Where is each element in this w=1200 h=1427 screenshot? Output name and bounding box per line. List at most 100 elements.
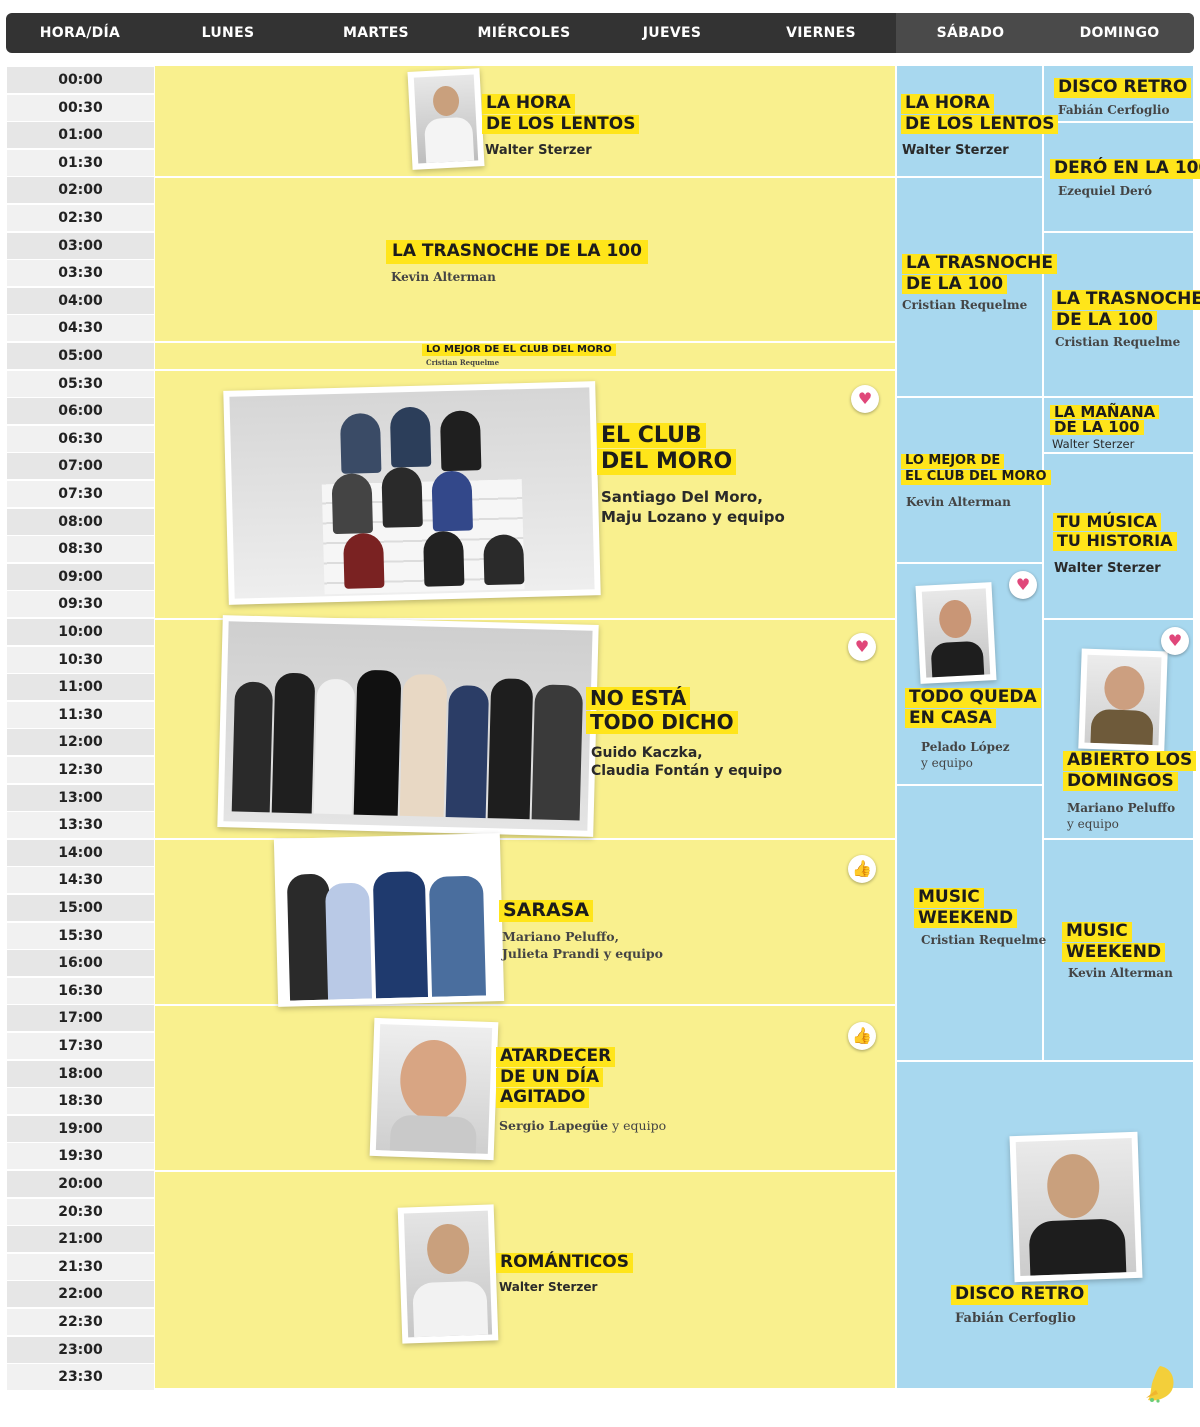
photo-placeholder [229, 387, 595, 599]
thumbs-up-icon[interactable]: 👍 [848, 1022, 876, 1050]
title-line: DERÓ EN LA 100 [1050, 158, 1200, 179]
program-title[interactable]: MUSIC WEEKEND [1062, 921, 1166, 963]
header-miercoles[interactable]: MIÉRCOLES [450, 13, 598, 53]
time-slot: 13:00 [7, 784, 154, 811]
time-slot: 00:30 [7, 94, 154, 121]
program-title[interactable]: LA HORA DE LOS LENTOS [901, 93, 1059, 135]
header-sabado[interactable]: SÁBADO [896, 13, 1045, 53]
time-slot: 23:30 [7, 1364, 154, 1391]
program-title[interactable]: MUSIC WEEKEND [914, 887, 1018, 929]
time-slot: 14:30 [7, 867, 154, 894]
title-line: TU HISTORIA [1053, 531, 1177, 551]
time-slot: 17:00 [7, 1005, 154, 1032]
photo-placeholder [223, 621, 593, 831]
host-line: y equipo [921, 756, 973, 771]
host-line: Guido Kaczka, [591, 745, 703, 761]
program-title[interactable]: LA TRASNOCHE DE LA 100 [386, 240, 648, 265]
host-photo [407, 68, 485, 170]
time-slot: 21:30 [7, 1253, 154, 1280]
photo-placeholder [413, 74, 479, 164]
title-line: LA HORA [482, 93, 575, 114]
program-title[interactable]: LO MEJOR DE EL CLUB DEL MORO [901, 453, 1051, 486]
program-host: Cristian Requelme [921, 933, 1047, 947]
brand-logo-icon [1146, 1366, 1174, 1403]
program-host: Kevin Alterman [906, 495, 1011, 509]
program-title[interactable]: DISCO RETRO [1054, 77, 1192, 99]
program-title[interactable]: DISCO RETRO [951, 1284, 1089, 1306]
header-martes[interactable]: MARTES [302, 13, 450, 53]
program-title[interactable]: LA MAÑANA DE LA 100 [1050, 404, 1160, 436]
program-title[interactable]: LO MEJOR DE EL CLUB DEL MORO [422, 344, 616, 357]
divider [897, 562, 1043, 564]
header-domingo[interactable]: DOMINGO [1045, 13, 1194, 53]
title-line: DE LA 100 [902, 274, 1008, 295]
header-jueves[interactable]: JUEVES [598, 13, 746, 53]
title-line: TU MÚSICA [1053, 512, 1161, 532]
header-lunes[interactable]: LUNES [154, 13, 302, 53]
title-line: DE LOS LENTOS [482, 114, 640, 135]
program-host: Cristian Requelme [1055, 335, 1181, 349]
schedule-header: HORA/DÍA LUNES MARTES MIÉRCOLES JUEVES V… [6, 13, 1194, 53]
time-slot: 18:00 [7, 1060, 154, 1087]
time-slot: 00:00 [7, 67, 154, 93]
thumbs-up-icon[interactable]: 👍 [848, 855, 876, 883]
time-slot: 04:30 [7, 315, 154, 342]
title-line: NO ESTÁ [586, 687, 691, 710]
time-slot: 11:00 [7, 674, 154, 701]
title-line: LA TRASNOCHE [902, 253, 1057, 274]
time-slot: 09:00 [7, 563, 154, 590]
program-title[interactable]: ROMÁNTICOS [496, 1252, 633, 1274]
host-line: Pelado López [921, 740, 1010, 754]
divider [155, 838, 895, 840]
divider [897, 176, 1043, 178]
program-title[interactable]: LA HORA DE LOS LENTOS [482, 93, 640, 135]
time-slot: 19:30 [7, 1143, 154, 1170]
title-line: SARASA [499, 899, 594, 922]
program-host: Pelado López y equipo [921, 739, 1010, 771]
program-title[interactable]: ABIERTO LOS DOMINGOS [1063, 750, 1197, 792]
host-photo [369, 1017, 499, 1161]
program-title[interactable]: ATARDECER DE UN DÍA AGITADO [496, 1046, 616, 1109]
title-line: DE LA 100 [1050, 420, 1144, 435]
host-photo [397, 1204, 499, 1344]
program-host: Sergio Lapegüe y equipo [499, 1118, 666, 1135]
program-title[interactable]: TODO QUEDA EN CASA [905, 687, 1041, 729]
photo-placeholder [279, 839, 499, 1001]
heart-icon[interactable]: ♥ [851, 385, 879, 413]
time-slot: 10:30 [7, 646, 154, 673]
heart-icon[interactable]: ♥ [1161, 627, 1189, 655]
program-host: Mariano Peluffo y equipo [1067, 800, 1175, 832]
divider [1044, 452, 1193, 454]
divider [1044, 396, 1193, 398]
divider [155, 369, 895, 371]
time-slot: 16:30 [7, 977, 154, 1004]
host-photo [915, 582, 997, 684]
title-line: LA HORA [901, 93, 994, 114]
program-host: Mariano Peluffo, Julieta Prandi y equipo [502, 929, 663, 963]
divider [1044, 121, 1193, 123]
time-slot: 07:00 [7, 453, 154, 480]
program-title[interactable]: LA TRASNOCHE DE LA 100 [902, 253, 1057, 295]
program-title[interactable]: LA TRASNOCHE DE LA 100 [1052, 289, 1200, 331]
divider [897, 396, 1043, 398]
program-title[interactable]: SARASA [499, 899, 594, 923]
time-slot: 06:00 [7, 398, 154, 425]
program-title[interactable]: EL CLUB DEL MORO [597, 423, 737, 476]
title-line: WEEKEND [914, 908, 1018, 929]
heart-icon[interactable]: ♥ [1009, 571, 1037, 599]
program-title[interactable]: TU MÚSICA TU HISTORIA [1053, 512, 1177, 552]
host-line: Mariano Peluffo, [502, 929, 619, 944]
time-slot: 03:30 [7, 260, 154, 287]
program-host: Walter Sterzer [1054, 561, 1161, 576]
program-title[interactable]: DERÓ EN LA 100 [1050, 158, 1200, 180]
time-slot: 03:00 [7, 232, 154, 259]
title-line: DISCO RETRO [951, 1284, 1089, 1305]
header-viernes[interactable]: VIERNES [746, 13, 896, 53]
cast-photo [217, 615, 599, 837]
program-title[interactable]: NO ESTÁ TODO DICHO [586, 687, 738, 735]
time-slot: 19:00 [7, 1115, 154, 1142]
program-host: Ezequiel Deró [1058, 184, 1153, 198]
heart-icon[interactable]: ♥ [848, 633, 876, 661]
title-line: EL CLUB [597, 423, 706, 449]
title-line: DE LA 100 [1052, 310, 1158, 331]
